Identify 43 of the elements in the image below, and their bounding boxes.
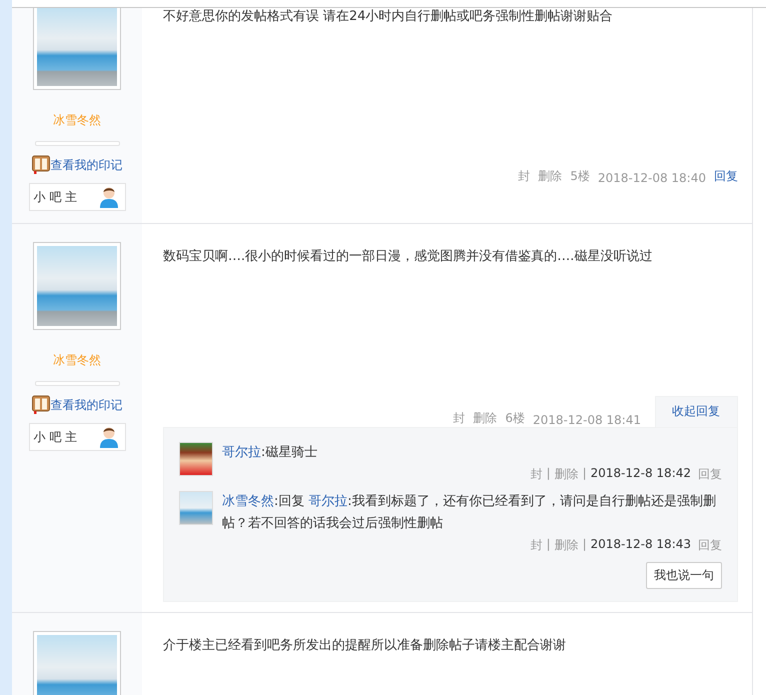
cartoon-avatar-placeholder[interactable] — [179, 442, 213, 476]
username-link[interactable]: 冰雪冬然 — [53, 112, 101, 129]
delete-link[interactable]: 删除 — [473, 410, 498, 427]
avatar-photo-placeholder[interactable] — [179, 491, 213, 525]
delete-link[interactable]: 删除 — [554, 466, 578, 483]
post-text: 数码宝贝啊….很小的时候看过的一部日漫，感觉图腾并没有借鉴真的….磁星没听说过 — [163, 248, 654, 266]
view-my-marks-link[interactable]: 查看我的印记 — [50, 156, 122, 174]
view-my-marks-link[interactable]: 查看我的印记 — [50, 396, 122, 414]
ban-link[interactable]: 封 — [453, 410, 466, 427]
username-link[interactable]: 冰雪冬然 — [53, 352, 101, 369]
reply-text: 冰雪冬然:回复 哥尔拉:我看到标题了，还有你已经看到了，请问是自行删帖还是强制删帖？若不回答的话我会过后强制性删帖 — [222, 493, 717, 533]
delete-link[interactable]: 删除 — [538, 168, 562, 185]
delete-link[interactable]: 删除 — [554, 537, 578, 554]
person-icon — [98, 426, 118, 448]
floor-number: 6楼 — [505, 410, 525, 427]
moderator-label: 小 吧 主 — [34, 428, 78, 446]
collapse-replies-tab[interactable]: 收起回复 — [655, 396, 738, 427]
reply-time: 2018-12-8 18:43 — [590, 537, 691, 553]
post-text: 介于楼主已经看到吧务所发出的提醒所以准备删除帖子请楼主配合谢谢 — [163, 637, 567, 655]
separator: | — [546, 537, 550, 553]
post-time: 2018-12-08 18:41 — [532, 413, 641, 427]
post-text: 不好意思你的发帖格式有误 请在24小时内自行删帖或吧务强制性删帖谢谢贴合 — [163, 8, 614, 26]
ban-link[interactable]: 封 — [530, 537, 542, 554]
book-icon — [32, 395, 50, 415]
reply-text: 哥尔拉:磁星骑士 — [222, 444, 318, 462]
say-something-button[interactable]: 我也说一句 — [646, 562, 722, 589]
reply-time: 2018-12-8 18:42 — [590, 466, 691, 482]
author-link[interactable]: 哥尔拉 — [222, 445, 261, 460]
ban-link[interactable]: 封 — [530, 466, 542, 483]
moderator-label: 小 吧 主 — [34, 188, 78, 206]
person-icon — [98, 186, 118, 208]
book-icon — [32, 155, 50, 175]
ban-link[interactable]: 封 — [518, 168, 530, 185]
mention-link[interactable]: 哥尔拉 — [308, 494, 348, 509]
reply-link[interactable]: 回复 — [714, 168, 738, 185]
reply-link[interactable]: 回复 — [698, 466, 722, 483]
author-link[interactable]: 冰雪冬然 — [222, 494, 274, 509]
separator: | — [582, 466, 586, 482]
reply-link[interactable]: 回复 — [698, 537, 722, 554]
separator: | — [546, 466, 550, 482]
separator: | — [582, 537, 586, 553]
post-time: 2018-12-08 18:40 — [598, 171, 706, 185]
floor-number: 5楼 — [570, 168, 590, 185]
